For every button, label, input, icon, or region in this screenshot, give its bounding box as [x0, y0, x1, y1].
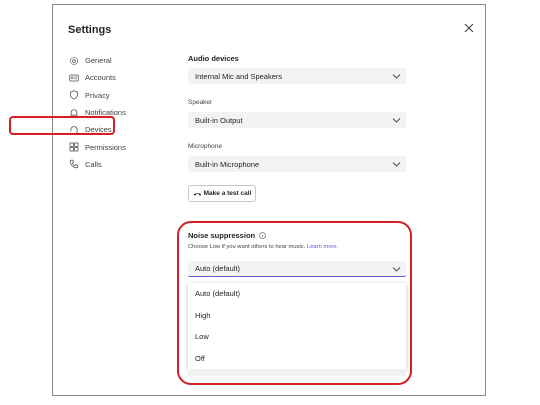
- nav-item-privacy[interactable]: Privacy: [67, 87, 177, 104]
- gear-icon: [68, 55, 80, 67]
- phone-icon: [68, 158, 80, 170]
- chevron-down-icon: [392, 118, 401, 123]
- phone-hangup-icon: [193, 192, 201, 196]
- nav-label: General: [85, 56, 112, 66]
- chevron-down-icon: [392, 162, 401, 167]
- speaker-label: Speaker: [188, 99, 213, 106]
- nav-label: Calls: [85, 159, 102, 169]
- microphone-value: Built-in Microphone: [195, 159, 260, 169]
- audio-devices-title: Audio devices: [188, 54, 239, 63]
- microphone-dropdown[interactable]: Built-in Microphone: [188, 156, 406, 172]
- nav-label: Privacy: [85, 90, 110, 100]
- audio-device-value: Internal Mic and Speakers: [195, 71, 283, 81]
- nav-item-calls[interactable]: Calls: [67, 156, 177, 173]
- chevron-down-icon: [392, 74, 401, 79]
- settings-nav: General Accounts Privacy Notifications D…: [67, 52, 177, 173]
- nav-item-permissions[interactable]: Permissions: [67, 138, 177, 155]
- id-card-icon: [68, 72, 80, 84]
- test-call-label: Make a test call: [203, 190, 252, 197]
- close-icon[interactable]: [463, 22, 475, 34]
- noise-suppression-highlight: [177, 221, 412, 385]
- speaker-dropdown[interactable]: Built-in Output: [188, 112, 406, 128]
- audio-device-dropdown[interactable]: Internal Mic and Speakers: [188, 68, 406, 84]
- microphone-label: Microphone: [188, 143, 222, 150]
- make-test-call-button[interactable]: Make a test call: [188, 185, 256, 202]
- shield-icon: [68, 89, 80, 101]
- speaker-value: Built-in Output: [195, 115, 243, 125]
- nav-item-accounts[interactable]: Accounts: [67, 69, 177, 86]
- nav-item-general[interactable]: General: [67, 52, 177, 69]
- nav-label: Permissions: [85, 142, 126, 152]
- devices-highlight: [9, 116, 115, 135]
- nav-label: Accounts: [85, 73, 116, 83]
- grid-icon: [68, 141, 80, 153]
- dialog-title: Settings: [68, 24, 112, 36]
